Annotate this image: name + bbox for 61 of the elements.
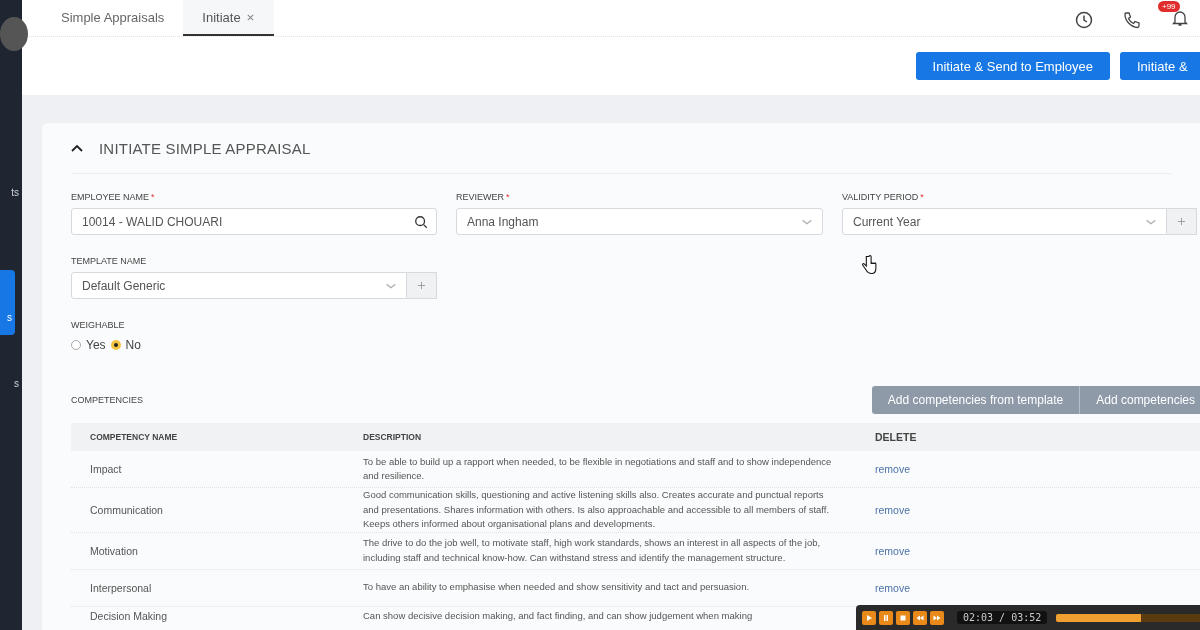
sidebar-item[interactable]: s (7, 378, 22, 389)
field-label: WEIGHABLE (71, 320, 126, 330)
sidebar-item[interactable]: s (0, 270, 15, 335)
input-field[interactable]: Default Generic (71, 272, 407, 299)
input-field[interactable]: Current Year (842, 208, 1167, 235)
hand-cursor-icon (861, 253, 878, 277)
chevron-icon[interactable] (71, 144, 83, 152)
play-button[interactable] (862, 610, 876, 625)
tab[interactable]: Simple Appraisals (42, 0, 184, 36)
column-header: DELETE (875, 431, 917, 443)
remove-link[interactable]: remove (875, 463, 910, 475)
radio-label: Yes (86, 338, 106, 352)
radio-label: No (125, 338, 141, 352)
radio-button[interactable] (110, 340, 121, 350)
plus-icon (1177, 217, 1186, 226)
section-label: COMPETENCIES (71, 395, 143, 405)
table-cell-text: Impact (90, 463, 123, 475)
input-field[interactable]: 10014 - WALID CHOUARI (71, 208, 437, 235)
radio-button[interactable] (71, 340, 81, 350)
bell-icon[interactable] (1170, 8, 1190, 28)
remove-link[interactable]: remove (875, 581, 910, 594)
play-icon (864, 612, 874, 623)
table-cell-text: The drive to do the job well, to motivate staff, high work standards, shows an interest in all aspects of the job, including staff and technical know-how. Can withstand stress and identify the management structure. (363, 536, 822, 565)
add-competencies-button[interactable]: Add competencies (1080, 386, 1200, 414)
rewind-button[interactable] (913, 610, 927, 625)
table-cell-text: Motivation (90, 544, 139, 557)
table-cell-text: To have an ability to emphasise when needed and show sensitivity and tact and persuasion. (363, 580, 751, 595)
field-label: EMPLOYEE NAME * (71, 192, 156, 202)
table-cell-text: Good communication skills, questioning and active listening skills also. Creates accurate and punctual reports and presentations. Shares information with others. Is also approachable and accessible to all members of staff. Keeps others informed about organisational plans and developments. (363, 488, 831, 531)
search-icon[interactable] (414, 214, 428, 229)
action-button[interactable]: Initiate & (1120, 52, 1200, 80)
tab[interactable]: Initiate (183, 0, 274, 36)
notification-badge: +99 (1158, 1, 1180, 12)
sidebar-item[interactable]: ts (7, 187, 22, 198)
stop-button[interactable] (896, 610, 910, 625)
phone-icon[interactable] (1122, 10, 1142, 30)
avatar[interactable] (0, 17, 28, 51)
remove-link[interactable]: remove (875, 503, 910, 516)
table-cell-text: Can show decisive decision making, and fact finding, and can show judgement when making (363, 608, 754, 623)
table-cell-text: To be able to build up a rapport when needed, to be flexible in negotiations and staff and to show independence and resilience. (363, 454, 833, 483)
table-cell-text: Communication (90, 503, 164, 516)
table-cell-text: Decision Making (90, 609, 169, 622)
column-header: DESCRIPTION (363, 432, 423, 442)
table-cell-text: Interpersonal (90, 581, 153, 594)
seek-bar[interactable] (1056, 613, 1200, 622)
pause-button[interactable] (879, 610, 893, 625)
field-label: TEMPLATE NAME (71, 256, 148, 266)
action-button[interactable]: Initiate & Send to Employee (915, 52, 1110, 80)
input-field[interactable]: Anna Ingham (456, 208, 823, 235)
pause-icon (881, 612, 891, 623)
section-title: INITIATE SIMPLE APPRAISAL (99, 139, 311, 157)
plus-icon (417, 281, 426, 290)
column-header: COMPETENCY NAME (90, 432, 179, 442)
close-icon[interactable] (245, 12, 255, 22)
remove-link[interactable]: remove (875, 544, 910, 557)
forward-button[interactable] (930, 610, 944, 625)
field-label: VALIDITY PERIOD * (842, 192, 925, 202)
add-competencies-button[interactable]: Add competencies from template (871, 386, 1081, 414)
field-label: REVIEWER * (456, 192, 511, 202)
time-display: 02:03 / 03:52 (957, 611, 1048, 624)
clock-icon[interactable] (1074, 10, 1094, 30)
